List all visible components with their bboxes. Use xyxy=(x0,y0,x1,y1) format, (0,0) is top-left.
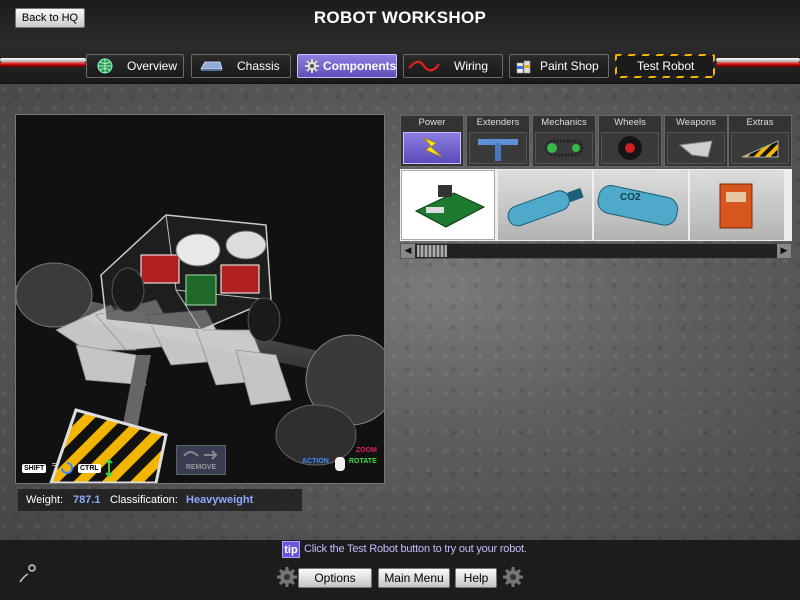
t-connector-icon xyxy=(469,132,527,164)
action-label: ACTION xyxy=(302,458,329,465)
gear-icon xyxy=(277,567,297,587)
category-weapons[interactable]: Weapons xyxy=(664,115,728,167)
category-label: Power xyxy=(418,117,446,128)
tab-label: Chassis xyxy=(237,59,280,73)
category-wheels[interactable]: Wheels xyxy=(598,115,662,167)
shift-key: SHIFT xyxy=(22,464,47,473)
co2-label: CO2 xyxy=(620,192,641,203)
scroll-wheel-icon xyxy=(19,564,36,583)
gas-tank-icon xyxy=(507,187,584,227)
test-robot-button[interactable]: Test Robot xyxy=(615,54,715,78)
circuit-board-icon xyxy=(414,185,486,228)
part-circuit-board[interactable] xyxy=(401,170,495,240)
mouse-controls-hint: ZOOM ACTION ROTATE xyxy=(302,445,382,479)
blade-icon xyxy=(667,132,725,164)
category-label: Extenders xyxy=(476,117,520,128)
battery-box-icon xyxy=(719,183,753,229)
parts-strip: CO2 xyxy=(400,169,792,241)
lightning-bolt-icon xyxy=(403,132,461,164)
robot-status-bar: Weight: 787.1 Classification: Heavyweigh… xyxy=(18,489,302,511)
ctrl-key: CTRL xyxy=(78,464,101,473)
part-co2-tank[interactable]: CO2 xyxy=(594,170,688,240)
category-mechanics[interactable]: Mechanics xyxy=(532,115,596,167)
gear-icon xyxy=(305,59,319,73)
category-label: Extras xyxy=(746,117,774,128)
scroll-thumb[interactable] xyxy=(417,245,447,257)
page-title: ROBOT WORKSHOP xyxy=(313,8,487,27)
top-bar: Back to HQ ROBOT WORKSHOP Overview Chass… xyxy=(0,0,800,84)
tab-label: Paint Shop xyxy=(540,59,599,73)
paint-cans-icon xyxy=(516,60,531,74)
scroll-right-arrow-icon[interactable]: ▶ xyxy=(777,244,791,258)
tab-overview[interactable]: Overview xyxy=(86,54,184,78)
mouse-icon xyxy=(335,457,345,471)
category-label: Mechanics xyxy=(541,117,587,128)
classification-label: Classification: xyxy=(110,494,178,506)
globe-icon xyxy=(97,58,113,74)
vertical-arrow-icon xyxy=(105,459,113,477)
robot-3d-model xyxy=(16,214,384,483)
category-power[interactable]: Power xyxy=(400,115,464,167)
help-button[interactable]: Help xyxy=(455,568,497,588)
weight-value: 787.1 xyxy=(73,494,101,506)
wheel-icon xyxy=(601,132,659,164)
rotate-arrow-icon xyxy=(61,462,73,474)
cable-decoration xyxy=(716,62,800,67)
remove-button[interactable]: REMOVE xyxy=(176,445,226,475)
robot-preview-viewport[interactable]: SHIFT = CTRL REMOVE ZOOM ACTION ROTATE xyxy=(15,114,385,484)
wire-icon xyxy=(408,60,440,72)
parts-scrollbar[interactable]: ◀ ▶ xyxy=(400,243,792,259)
main-menu-button[interactable]: Main Menu xyxy=(378,568,450,588)
gear-icon xyxy=(503,567,523,587)
chassis-icon xyxy=(200,61,223,71)
category-label: Weapons xyxy=(676,117,716,128)
zoom-label: ZOOM xyxy=(356,447,377,454)
part-gas-tank[interactable] xyxy=(498,170,592,240)
cable-decoration xyxy=(0,62,86,67)
classification-value: Heavyweight xyxy=(186,494,254,506)
remove-arrow-icon xyxy=(183,450,218,460)
equals-sign: = xyxy=(52,462,57,469)
co2-tank-icon xyxy=(597,185,679,226)
rotate-label: ROTATE xyxy=(349,458,377,465)
parts-palette: Power Extenders Mechanics Wheels Weapons… xyxy=(400,115,792,260)
weight-label: Weight: xyxy=(26,494,64,506)
tip-text: Click the Test Robot button to try out y… xyxy=(304,543,527,555)
scroll-left-arrow-icon[interactable]: ◀ xyxy=(401,244,415,258)
category-extenders[interactable]: Extenders xyxy=(466,115,530,167)
tab-label: Components xyxy=(323,59,397,73)
wedge-icon xyxy=(731,132,789,164)
tab-wiring[interactable]: Wiring xyxy=(403,54,503,78)
tab-paint-shop[interactable]: Paint Shop xyxy=(509,54,609,78)
tab-label: Test Robot xyxy=(637,59,695,73)
tip-badge: tip xyxy=(282,541,300,558)
options-button[interactable]: Options xyxy=(298,568,372,588)
chain-drive-icon xyxy=(535,132,593,164)
tab-components[interactable]: Components xyxy=(297,54,397,78)
part-battery-box[interactable] xyxy=(690,170,784,240)
tab-label: Wiring xyxy=(454,59,489,73)
category-extras[interactable]: Extras xyxy=(728,115,792,167)
remove-label: REMOVE xyxy=(185,464,217,471)
tab-chassis[interactable]: Chassis xyxy=(191,54,291,78)
tab-label: Overview xyxy=(127,59,178,73)
category-label: Wheels xyxy=(614,117,646,128)
